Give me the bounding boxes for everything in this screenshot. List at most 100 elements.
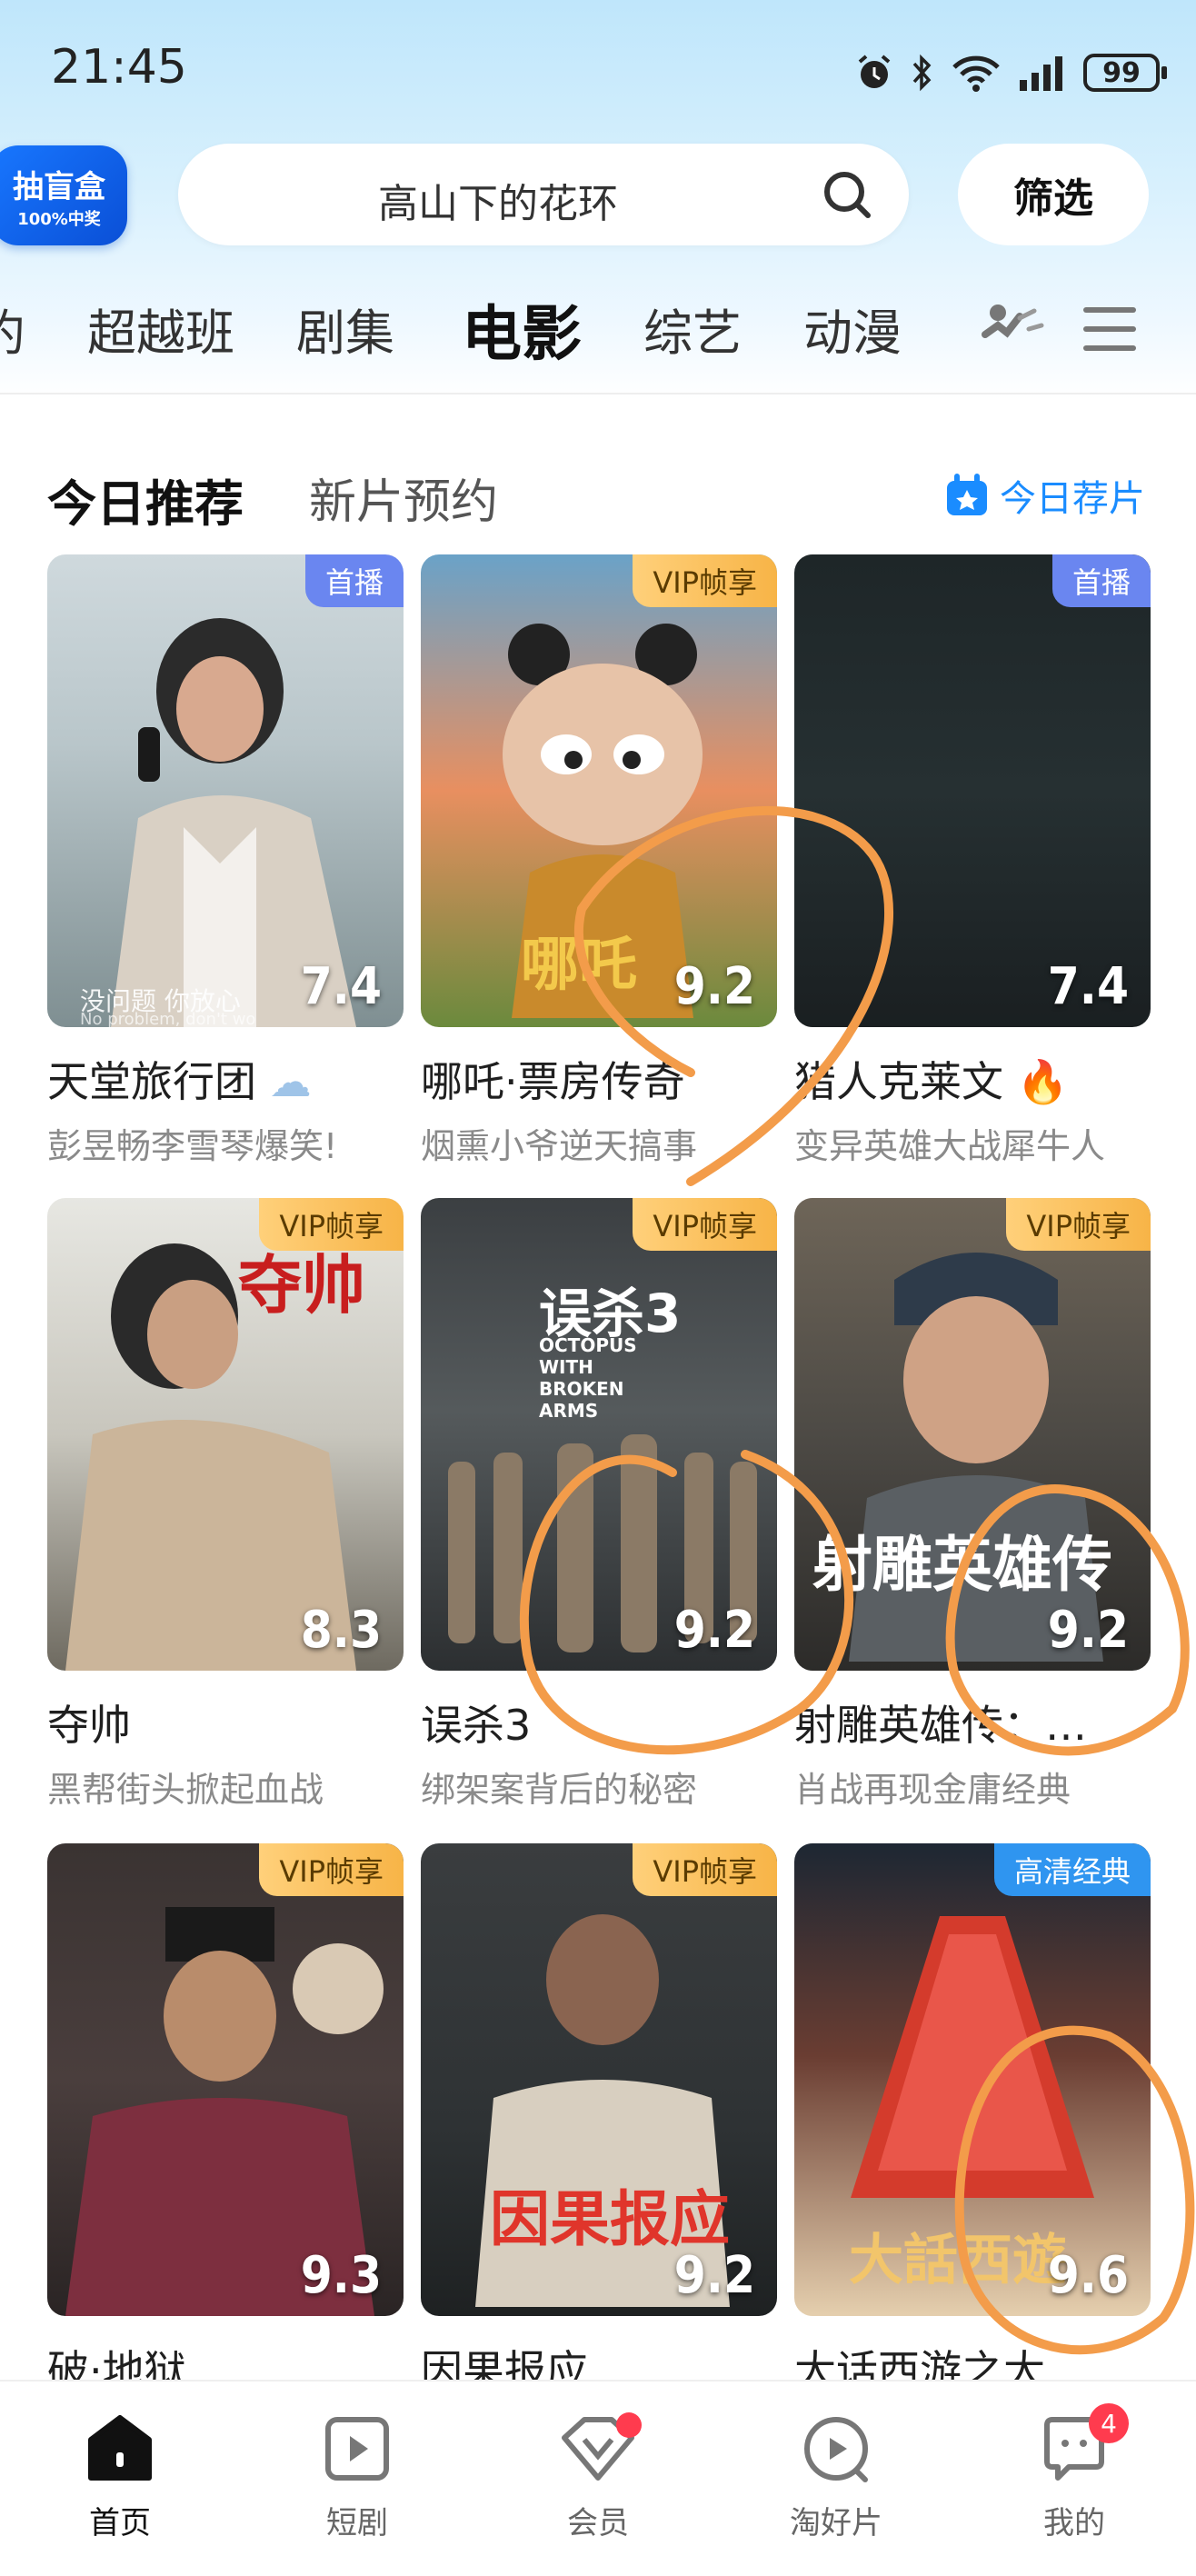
movie-title: 猎人克莱文 🔥 (794, 1049, 1151, 1109)
movie-poster[interactable]: 哪吒 VIP帧享 9.2 (421, 554, 777, 1027)
nav-vip[interactable]: 会员 (525, 2412, 671, 2542)
bottom-nav: 首页 短剧 会员 淘好片 4 我的 (0, 2380, 1196, 2576)
poster-title: 大話西遊 (849, 2229, 1067, 2292)
movie-title: 哪吒·票房传奇 (421, 1057, 685, 1106)
movie-card[interactable]: VIP帧享 9.3 破·地狱 (47, 1843, 404, 2398)
movie-subtitle: 黑帮街头掀起血战 (47, 1770, 324, 1810)
tab-partial[interactable]: 约 (0, 293, 25, 364)
today-pick-label: 今日荐片 (1000, 478, 1145, 520)
message-count-badge: 4 (1089, 2403, 1129, 2443)
movie-card[interactable]: 大話西遊 高清经典 9.6 大话西游之大… (794, 1843, 1151, 2398)
movie-title: 夺帅 (47, 1701, 131, 1750)
movie-title: 误杀3 (421, 1701, 532, 1750)
movie-poster[interactable]: 首播 7.4 (794, 554, 1151, 1027)
nav-short-drama[interactable]: 短剧 (284, 2412, 430, 2542)
tab-anime[interactable]: 动漫 (803, 293, 902, 364)
movie-poster[interactable]: 误杀3 OCTOPUS WITH BROKEN ARMS VIP帧享 9.2 (421, 1198, 777, 1671)
movie-badge: 高清经典 (993, 1843, 1151, 1896)
movie-subtitle: 彭昱畅李雪琴爆笑! (47, 1126, 338, 1166)
cloud-icon: ☁ (269, 1057, 312, 1106)
header-divider (0, 393, 1196, 394)
movie-score: 9.2 (673, 957, 755, 1016)
nav-home[interactable]: 首页 (47, 2412, 193, 2542)
tab-series[interactable]: 剧集 (296, 293, 394, 364)
movie-card[interactable]: 夺帅 VIP帧享 8.3 夺帅 黑帮街头掀起血战 (47, 1198, 404, 1812)
calendar-icon (947, 474, 987, 515)
wifi-icon (952, 55, 1000, 92)
movie-score: 9.3 (300, 2246, 382, 2305)
nav-discover[interactable]: 淘好片 (763, 2412, 909, 2542)
play-square-icon (325, 2417, 389, 2481)
poster-title-en: OCTOPUS WITH BROKEN ARMS (539, 1334, 637, 1422)
movie-poster[interactable]: 大話西遊 高清经典 9.6 (794, 1843, 1151, 2316)
nav-label: 会员 (567, 2505, 629, 2541)
movie-badge: VIP帧享 (259, 1843, 404, 1896)
movie-poster[interactable]: 因果报应 VIP帧享 9.2 (421, 1843, 777, 2316)
search-icon[interactable] (822, 169, 872, 220)
section-tab-upcoming[interactable]: 新片预约 (309, 464, 498, 532)
bluetooth-icon (912, 54, 932, 92)
movie-badge: VIP帧享 (1006, 1198, 1151, 1251)
status-bar: 21:45 99 (0, 0, 1196, 136)
nav-label: 短剧 (326, 2505, 388, 2541)
movie-badge: VIP帧享 (633, 1843, 777, 1896)
movie-score: 9.2 (673, 2246, 755, 2305)
movie-title: 射雕英雄传：… (794, 1701, 1087, 1750)
play-circle-icon (804, 2417, 868, 2482)
movie-badge: VIP帧享 (633, 554, 777, 607)
movie-card[interactable]: 哪吒 VIP帧享 9.2 哪吒·票房传奇 烟熏小爷逆天搞事 (421, 554, 777, 1168)
poster-logo-nezha: 哪吒 (521, 932, 637, 999)
movie-subtitle: 变异英雄大战犀牛人 (794, 1126, 1106, 1166)
dance-icon[interactable] (976, 298, 1045, 356)
movie-badge: VIP帧享 (633, 1198, 777, 1251)
status-time: 21:45 (51, 40, 187, 95)
poster-title: 射雕英雄传 (812, 1530, 1112, 1600)
movie-poster[interactable]: 射雕英雄传 VIP帧享 9.2 (794, 1198, 1151, 1671)
today-pick-link[interactable]: 今日荐片 (943, 469, 1145, 522)
channel-tabs: 约 超越班 剧集 电影 综艺 动漫 (0, 273, 1196, 382)
movie-poster[interactable]: 首播 没问题 你放心 No problem, don't wo 7.4 (47, 554, 404, 1027)
movie-score: 9.2 (1047, 1601, 1129, 1660)
search-bar[interactable]: 高山下的花环 (178, 144, 909, 245)
filter-button[interactable]: 筛选 (958, 144, 1149, 245)
movie-card[interactable]: 首播 没问题 你放心 No problem, don't wo 7.4 天堂旅行… (47, 554, 404, 1168)
poster-title: 因果报应 (490, 2184, 730, 2254)
movie-badge: 首播 (1051, 554, 1151, 607)
status-icons: 99 (854, 45, 1167, 100)
movie-score: 8.3 (300, 1601, 382, 1660)
movie-badge: VIP帧享 (259, 1198, 404, 1251)
menu-icon[interactable] (1081, 305, 1138, 353)
notification-dot (616, 2412, 642, 2438)
movie-badge: 首播 (304, 554, 404, 607)
movie-card[interactable]: 首播 7.4 猎人克莱文 🔥 变异英雄大战犀牛人 (794, 554, 1151, 1168)
home-icon (88, 2415, 152, 2481)
poster-subtitle-en: No problem, don't wo (80, 1010, 256, 1027)
movie-subtitle: 肖战再现金庸经典 (794, 1770, 1071, 1810)
movie-poster[interactable]: VIP帧享 9.3 (47, 1843, 404, 2316)
movie-card[interactable]: 因果报应 VIP帧享 9.2 因果报应 (421, 1843, 777, 2398)
movie-subtitle: 烟熏小爷逆天搞事 (421, 1126, 698, 1166)
blind-box-button[interactable]: 抽盲盒 100%中奖 (0, 145, 127, 245)
nav-label: 首页 (89, 2505, 151, 2541)
tab-chaoyueban[interactable]: 超越班 (87, 293, 234, 364)
blind-box-subtitle: 100%中奖 (17, 209, 101, 229)
movie-title-text: 猎人克莱文 (794, 1057, 1003, 1106)
movie-title-text: 天堂旅行团 (47, 1057, 256, 1106)
nav-mine[interactable]: 4 我的 (1002, 2403, 1147, 2542)
signal-icon (1020, 56, 1062, 91)
tab-movies[interactable]: 电影 (462, 285, 582, 373)
movie-poster[interactable]: 夺帅 VIP帧享 8.3 (47, 1198, 404, 1671)
tab-variety[interactable]: 综艺 (643, 293, 742, 364)
movie-card[interactable]: 误杀3 OCTOPUS WITH BROKEN ARMS VIP帧享 9.2 误… (421, 1198, 777, 1812)
section-tab-today[interactable]: 今日推荐 (47, 464, 244, 535)
movie-subtitle: 绑架案背后的秘密 (421, 1770, 698, 1810)
movie-score: 7.4 (300, 957, 382, 1016)
movie-title: 天堂旅行团 ☁ (47, 1049, 404, 1109)
nav-label: 我的 (1043, 2505, 1105, 2541)
movie-card[interactable]: 射雕英雄传 VIP帧享 9.2 射雕英雄传：… 肖战再现金庸经典 (794, 1198, 1151, 1812)
movie-score: 7.4 (1047, 957, 1129, 1016)
movie-score: 9.2 (673, 1601, 755, 1660)
blind-box-title: 抽盲盒 (13, 168, 105, 205)
battery-indicator: 99 (1083, 54, 1167, 92)
fire-icon: 🔥 (1016, 1057, 1069, 1106)
